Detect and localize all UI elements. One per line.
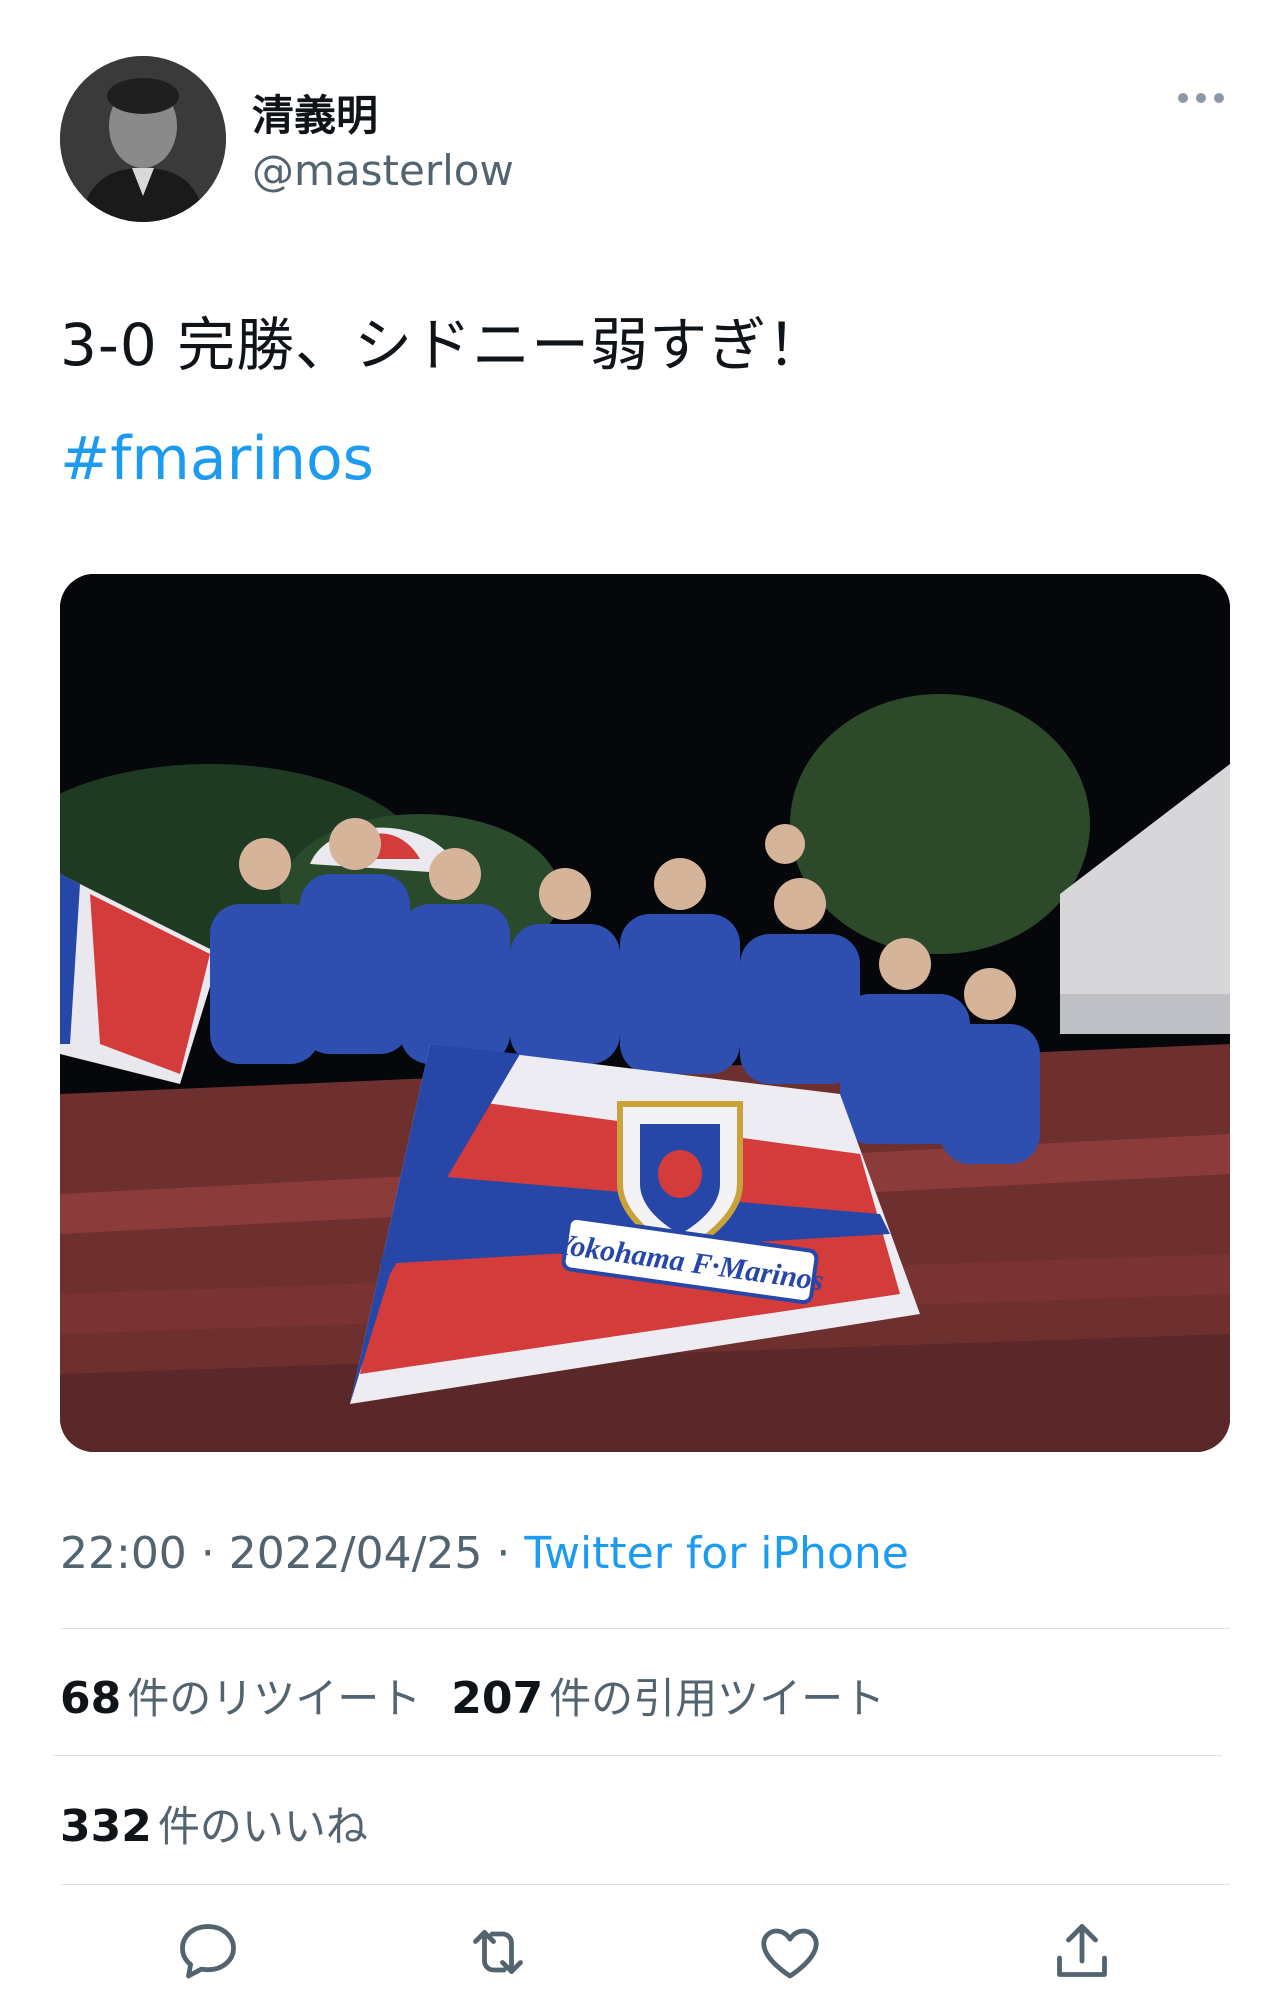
reply-icon[interactable] — [172, 1916, 244, 1988]
tweet-source-link[interactable]: Twitter for iPhone — [524, 1528, 908, 1579]
divider — [52, 1755, 1222, 1756]
avatar-image — [60, 56, 226, 222]
likes-label: 件のいいね — [157, 1802, 368, 1851]
dot — [1196, 93, 1206, 103]
avatar[interactable] — [60, 56, 226, 222]
dot — [1178, 93, 1188, 103]
heart-icon[interactable] — [754, 1916, 826, 1988]
retweet-icon[interactable] — [462, 1916, 534, 1988]
retweet-stats-row: 68 件のリツイート 207 件の引用ツイート — [60, 1665, 885, 1726]
tweet-photo[interactable]: Yokohama F·Marinos — [60, 574, 1230, 1452]
dot — [1214, 93, 1224, 103]
retweets-count: 68 — [60, 1673, 122, 1724]
quotes-stat[interactable]: 207 件の引用ツイート — [451, 1673, 886, 1724]
tweet-time: 22:00 — [60, 1528, 187, 1579]
likes-stats-row: 332 件のいいね — [60, 1793, 368, 1854]
likes-count: 332 — [60, 1801, 152, 1852]
tweet-text: 3-0 完勝、シドニー弱すぎ！ — [60, 311, 827, 379]
meta-separator: · — [186, 1528, 229, 1579]
meta-separator: · — [482, 1528, 525, 1579]
retweets-label: 件のリツイート — [127, 1674, 422, 1723]
user-handle[interactable]: @masterlow — [252, 146, 514, 195]
retweets-stat[interactable]: 68 件のリツイート — [60, 1673, 422, 1724]
more-dots-icon[interactable] — [1176, 86, 1226, 110]
divider — [60, 1628, 1230, 1629]
divider — [60, 1884, 1230, 1885]
tweet-action-bar — [60, 1916, 1230, 1988]
tweet-meta: 22:00 · 2022/04/25 · Twitter for iPhone — [60, 1528, 909, 1579]
hashtag-link[interactable]: #fmarinos — [60, 424, 374, 494]
stadium-photo: Yokohama F·Marinos — [60, 574, 1230, 1452]
quotes-label: 件の引用ツイート — [549, 1674, 886, 1723]
quotes-count: 207 — [451, 1673, 544, 1724]
share-icon[interactable] — [1046, 1916, 1118, 1988]
display-name[interactable]: 清義明 — [252, 82, 378, 143]
tweet-date: 2022/04/25 — [228, 1528, 483, 1579]
tweet-header: 清義明 @masterlow — [60, 56, 1230, 226]
likes-stat[interactable]: 332 件のいいね — [60, 1801, 368, 1852]
